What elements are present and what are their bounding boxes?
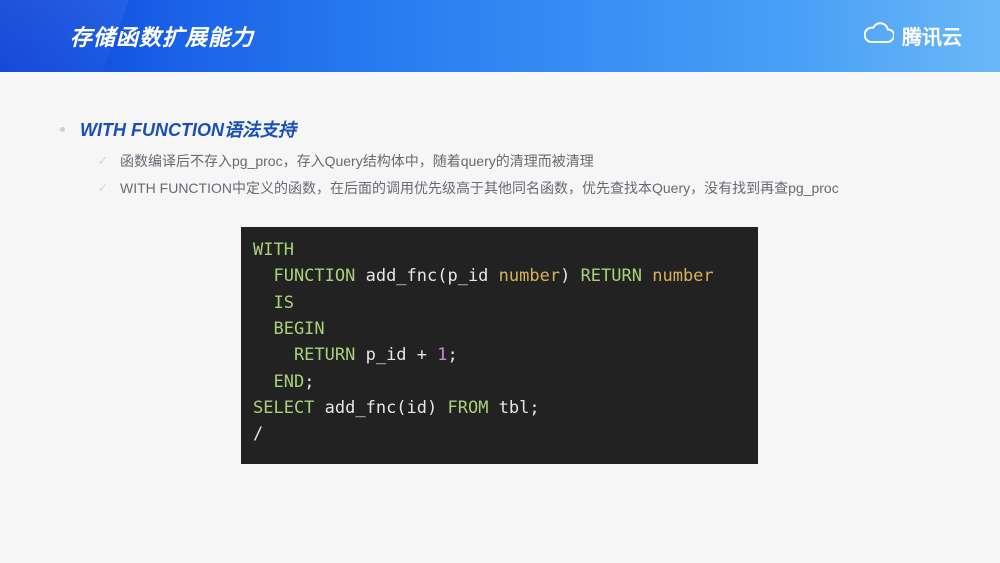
cloud-icon: [864, 20, 894, 50]
slide-title: 存储函数扩展能力: [70, 20, 254, 52]
code-line: RETURN p_id + 1;: [253, 342, 746, 368]
brand: 腾讯云: [864, 20, 962, 50]
code-line: IS: [253, 290, 746, 316]
code-line: FUNCTION add_fnc(p_id number) RETURN num…: [253, 263, 746, 289]
bullet-text: 函数编译后不存入pg_proc，存入Query结构体中，随着query的清理而被…: [120, 148, 594, 175]
bullet-list: ✓ 函数编译后不存入pg_proc，存入Query结构体中，随着query的清理…: [96, 148, 940, 201]
section-bullet-dot: [60, 127, 65, 132]
code-line: SELECT add_fnc(id) FROM tbl;: [253, 395, 746, 421]
check-icon: ✓: [96, 148, 110, 174]
section-heading: WITH FUNCTION语法支持: [80, 116, 296, 142]
code-line: END;: [253, 369, 746, 395]
header-bar: 存储函数扩展能力 腾讯云: [0, 0, 1000, 72]
bullet-text: WITH FUNCTION中定义的函数，在后面的调用优先级高于其他同名函数，优先…: [120, 175, 839, 202]
slide: 存储函数扩展能力 腾讯云 WITH FUNCTION语法支持 ✓ 函数编译后不存…: [0, 0, 1000, 563]
code-block: WITH FUNCTION add_fnc(p_id number) RETUR…: [241, 227, 758, 464]
code-line: BEGIN: [253, 316, 746, 342]
brand-text: 腾讯云: [902, 21, 962, 50]
code-line: /: [253, 421, 746, 447]
code-line: WITH: [253, 237, 746, 263]
check-icon: ✓: [96, 175, 110, 201]
slide-body: WITH FUNCTION语法支持 ✓ 函数编译后不存入pg_proc，存入Qu…: [0, 72, 1000, 563]
bullet-item: ✓ 函数编译后不存入pg_proc，存入Query结构体中，随着query的清理…: [96, 148, 940, 175]
bullet-item: ✓ WITH FUNCTION中定义的函数，在后面的调用优先级高于其他同名函数，…: [96, 175, 940, 202]
